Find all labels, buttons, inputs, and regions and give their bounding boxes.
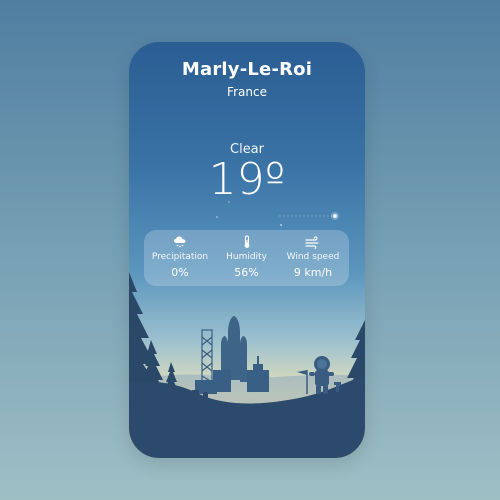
stat-value: 0% [171,266,189,279]
stat-label: Wind speed [286,252,340,262]
launch-tower [201,329,213,383]
star [216,216,218,218]
cloud-rain-icon [173,234,187,250]
weather-stats-panel: Precipitation 0% Humidity 56% Wind speed… [144,230,349,286]
thermometer-icon [242,234,252,250]
flag [297,370,307,375]
stat-wind-speed: Wind speed 9 km/h [281,230,345,279]
stat-label: Precipitation [151,252,209,262]
stat-humidity: Humidity 56% [215,230,279,279]
star [280,224,282,226]
stat-value: 9 km/h [293,266,333,279]
weather-card: Marly-Le-Roi France Clear 19º Precipitat… [129,42,365,458]
stat-value: 56% [234,266,259,279]
city-name: Marly-Le-Roi [181,59,313,80]
temperature-value: 19º [208,154,286,205]
stat-label: Humidity [226,252,267,262]
pine-trees-left [129,272,180,394]
country-name: France [227,85,267,99]
wind-icon [305,234,321,250]
stat-precipitation: Precipitation 0% [148,230,212,279]
